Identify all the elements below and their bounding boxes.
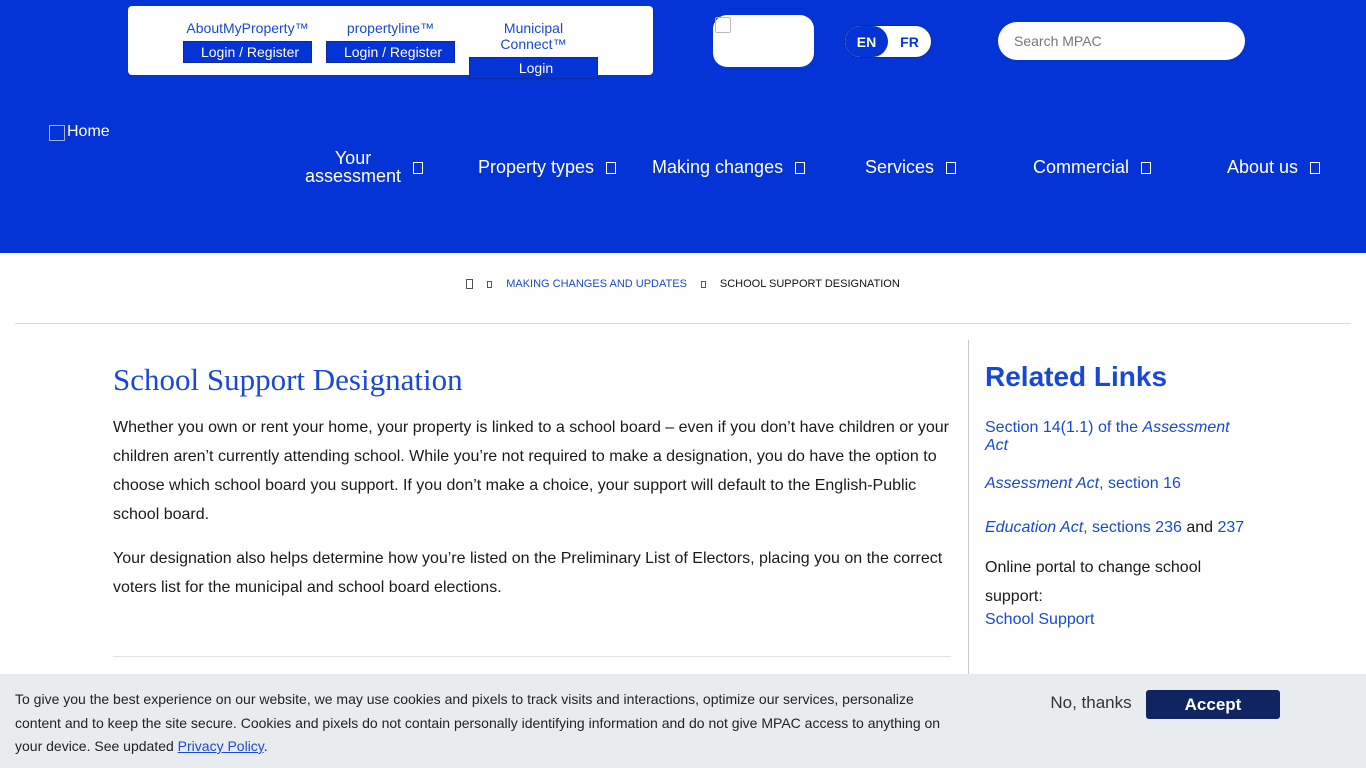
home-logo-link[interactable]: Home bbox=[49, 123, 110, 141]
link-text-italic: Education Act bbox=[985, 519, 1084, 536]
login-button[interactable]: Login bbox=[469, 57, 598, 79]
button-label: Login / Register bbox=[200, 44, 300, 60]
link-text: , section 16 bbox=[1099, 475, 1181, 492]
link-section-14[interactable]: Section 14(1.1) of the Assessment Act bbox=[985, 419, 1250, 455]
nav-label: Property types bbox=[478, 157, 595, 177]
nav-label: About us bbox=[1227, 157, 1299, 177]
button-label: Login bbox=[518, 60, 554, 76]
chevron-down-icon bbox=[606, 162, 617, 174]
breadcrumb-link-making-changes[interactable]: Making changes and updates bbox=[506, 278, 687, 290]
chevron-down-icon bbox=[1141, 162, 1152, 174]
nav-property-types[interactable]: Property types bbox=[478, 157, 617, 177]
chevron-right-icon bbox=[487, 280, 493, 288]
nav-label: Making changes bbox=[652, 157, 784, 177]
site-header: AboutMyProperty™ Login / Register proper… bbox=[0, 0, 1366, 253]
cookie-text: To give you the best experience on our w… bbox=[15, 688, 950, 759]
cookie-banner: To give you the best experience on our w… bbox=[0, 674, 1366, 768]
broken-image-icon bbox=[49, 125, 65, 141]
link-education-act-236[interactable]: Education Act, sections 236 bbox=[985, 519, 1182, 536]
lang-en-button[interactable]: EN bbox=[845, 26, 888, 57]
divider bbox=[15, 323, 1351, 324]
nav-label: Services bbox=[865, 157, 935, 177]
related-links-title: Related Links bbox=[985, 361, 1168, 392]
sidebar-divider bbox=[968, 340, 969, 680]
mpac-logo[interactable] bbox=[713, 15, 814, 67]
link-text-italic: Assessment Act bbox=[985, 475, 1100, 492]
portal-login-panel: AboutMyProperty™ Login / Register proper… bbox=[128, 6, 653, 79]
no-thanks-button[interactable]: No, thanks bbox=[1043, 691, 1139, 715]
nav-about-us[interactable]: About us bbox=[1227, 157, 1321, 177]
page-title: School Support Designation bbox=[113, 362, 463, 397]
broken-image-icon bbox=[715, 17, 731, 33]
nav-making-changes[interactable]: Making changes bbox=[652, 157, 806, 177]
school-support-link[interactable]: School Support bbox=[985, 611, 1250, 629]
nav-commercial[interactable]: Commercial bbox=[1033, 157, 1152, 177]
chevron-down-icon bbox=[1310, 162, 1321, 174]
search-input[interactable] bbox=[998, 22, 1245, 60]
nav-label-line2: assessment bbox=[305, 166, 402, 186]
chevron-down-icon bbox=[413, 162, 424, 174]
nav-your-assessment[interactable]: Your assessment bbox=[305, 149, 424, 185]
chevron-down-icon bbox=[795, 162, 806, 174]
home-alt-text: Home bbox=[67, 123, 110, 140]
link-text: , sections 236 bbox=[1083, 519, 1182, 536]
login-register-button[interactable]: Login / Register bbox=[326, 41, 455, 63]
chevron-down-icon bbox=[946, 162, 957, 174]
electors-paragraph: Your designation also helps determine ho… bbox=[113, 550, 943, 596]
link-education-act-237[interactable]: 237 bbox=[1217, 519, 1244, 536]
nav-label: Commercial bbox=[1033, 157, 1130, 177]
intro-paragraph: Whether you own or rent your home, your … bbox=[113, 419, 950, 523]
main-content: School Support Designation Whether you o… bbox=[113, 360, 953, 602]
education-act-links: Education Act, sections 236 and 237 bbox=[985, 519, 1250, 537]
login-register-button[interactable]: Login / Register bbox=[183, 41, 312, 63]
nav-label-line1: Your bbox=[334, 148, 372, 168]
button-label: Login / Register bbox=[343, 44, 443, 60]
portal-propertyline: propertyline™ Login / Register bbox=[326, 20, 455, 63]
chevron-right-icon bbox=[700, 280, 706, 288]
and-text: and bbox=[1181, 519, 1218, 536]
portal-title[interactable]: propertyline™ bbox=[326, 20, 455, 36]
link-assessment-act-section-16[interactable]: Assessment Act, section 16 bbox=[985, 475, 1250, 493]
cookie-message: To give you the best experience on our w… bbox=[15, 691, 941, 754]
nav-label: Your assessment bbox=[305, 149, 401, 185]
portal-aboutmyproperty: AboutMyProperty™ Login / Register bbox=[183, 20, 312, 63]
lang-fr-button[interactable]: FR bbox=[888, 26, 931, 57]
related-links-sidebar: Related Links Section 14(1.1) of the Ass… bbox=[985, 360, 1250, 629]
divider bbox=[113, 656, 951, 657]
home-icon[interactable] bbox=[466, 279, 474, 289]
breadcrumb: Making changes and updates School suppor… bbox=[0, 278, 1366, 290]
nav-services[interactable]: Services bbox=[865, 157, 957, 177]
privacy-policy-link[interactable]: Privacy Policy bbox=[178, 738, 264, 754]
portal-title[interactable]: AboutMyProperty™ bbox=[183, 20, 312, 36]
language-toggle: EN FR bbox=[844, 25, 932, 58]
breadcrumb-current: School support designation bbox=[719, 278, 900, 290]
accept-button[interactable]: Accept bbox=[1146, 690, 1280, 719]
portal-note: Online portal to change school support: bbox=[985, 559, 1202, 605]
cookie-end: . bbox=[263, 738, 268, 754]
link-text: Section 14(1.1) of the bbox=[985, 419, 1143, 436]
portal-municipal-connect: Municipal Connect™ Login bbox=[469, 20, 598, 79]
portal-title[interactable]: Municipal Connect™ bbox=[469, 20, 598, 52]
